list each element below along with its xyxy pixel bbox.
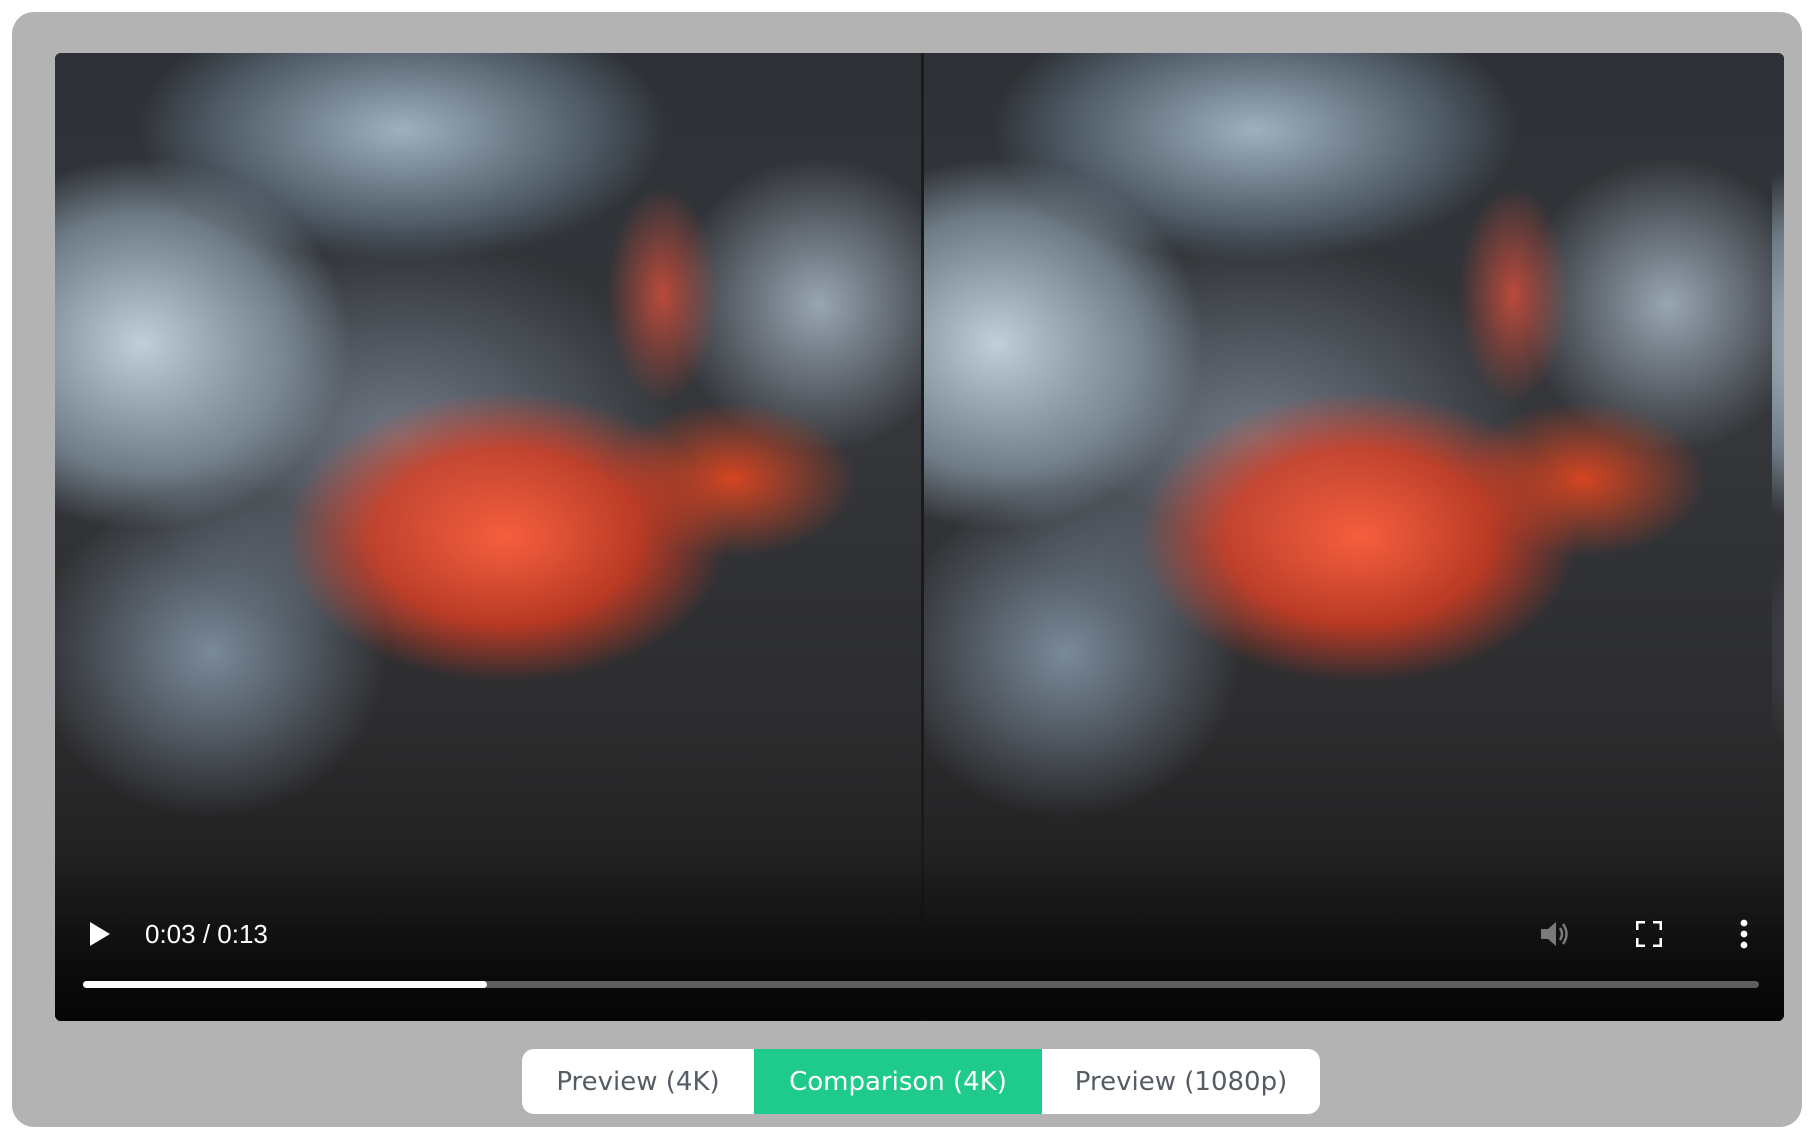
tab-preview-4k[interactable]: Preview (4K) <box>522 1049 754 1114</box>
time-display: 0:03 / 0:13 <box>145 919 268 949</box>
video-player[interactable] <box>55 53 1784 1021</box>
progress-fill <box>83 981 487 988</box>
progress-bar[interactable] <box>83 981 1759 988</box>
volume-muted-icon[interactable] <box>1539 918 1573 950</box>
preview-tabs: Preview (4K) Comparison (4K) Preview (10… <box>522 1049 1320 1114</box>
more-vertical-icon[interactable] <box>1736 918 1752 950</box>
player-card: 0:03 / 0:13 Preview (4K) Comparison (4K)… <box>12 12 1802 1127</box>
play-icon[interactable] <box>90 922 110 946</box>
tab-preview-1080p[interactable]: Preview (1080p) <box>1042 1049 1320 1114</box>
fullscreen-icon[interactable] <box>1635 920 1663 948</box>
controls-overlay <box>55 851 1784 1021</box>
tab-comparison-4k[interactable]: Comparison (4K) <box>754 1049 1042 1114</box>
